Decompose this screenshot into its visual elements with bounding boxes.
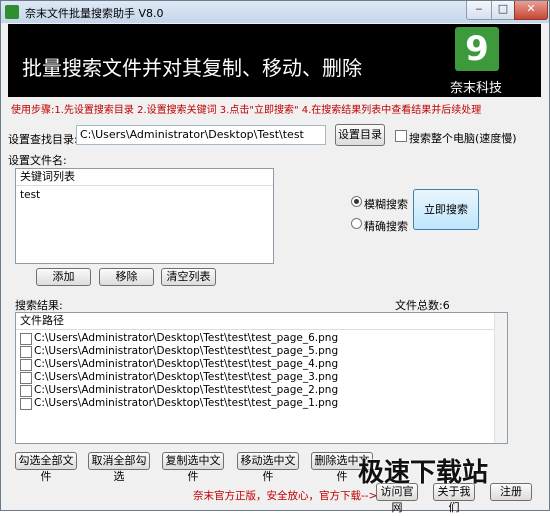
copy-selected-button[interactable]: 复制选中文件	[162, 452, 224, 483]
row-checkbox[interactable]	[20, 333, 32, 345]
title-bar[interactable]: 奈末文件批量搜索助手 V8.0 ‒ □ ✕	[1, 1, 549, 23]
search-now-button[interactable]: 立即搜索	[413, 189, 479, 230]
close-button[interactable]: ✕	[514, 1, 548, 20]
file-count: 文件总数:6	[395, 297, 450, 313]
row-checkbox[interactable]	[20, 346, 32, 358]
file-path: C:\Users\Administrator\Desktop\Test\test…	[34, 384, 339, 396]
official-download-note: 奈末官方正版，安全放心，官方下载-->	[193, 490, 378, 502]
site-watermark: 极速下载站	[358, 458, 489, 488]
clear-list-button[interactable]: 清空列表	[161, 268, 216, 286]
register-button[interactable]: 注册	[490, 483, 532, 501]
list-item[interactable]: test	[20, 188, 40, 202]
results-scrollbar[interactable]	[494, 313, 507, 443]
search-whole-pc-label: 搜索整个电脑(速度慢)	[409, 132, 517, 145]
file-count-value: 6	[442, 299, 450, 312]
keyword-list[interactable]: 关键词列表 test	[15, 168, 274, 264]
row-checkbox[interactable]	[20, 385, 32, 397]
directory-input[interactable]: C:\Users\Administrator\Desktop\Test\test	[76, 125, 326, 145]
file-path: C:\Users\Administrator\Desktop\Test\test…	[34, 397, 339, 409]
exact-search-radio[interactable]	[351, 218, 362, 229]
app-icon	[5, 5, 19, 19]
banner: 批量搜索文件并对其复制、移动、删除 9 奈末科技	[8, 24, 541, 97]
file-path: C:\Users\Administrator\Desktop\Test\test…	[34, 332, 339, 344]
file-path: C:\Users\Administrator\Desktop\Test\test…	[34, 371, 339, 383]
remove-keyword-button[interactable]: 移除	[99, 268, 154, 286]
results-list[interactable]: 文件路径 C:\Users\Administrator\Desktop\Test…	[15, 312, 508, 444]
usage-instructions: 使用步骤:1.先设置搜索目录 2.设置搜索关键词 3.点击"立即搜索" 4.在搜…	[11, 105, 482, 116]
file-count-label: 文件总数:	[395, 299, 443, 312]
file-path: C:\Users\Administrator\Desktop\Test\test…	[34, 345, 339, 357]
filename-label: 设置文件名:	[8, 154, 67, 167]
window-title: 奈末文件批量搜索助手 V8.0	[25, 7, 164, 20]
minimize-button[interactable]: ‒	[466, 1, 492, 20]
set-directory-button[interactable]: 设置目录	[335, 124, 385, 146]
exact-search-label: 精确搜索	[364, 220, 408, 233]
row-checkbox[interactable]	[20, 359, 32, 371]
check-all-button[interactable]: 勾选全部文件	[15, 452, 77, 483]
keyword-list-header: 关键词列表	[16, 169, 273, 186]
results-label: 搜索结果:	[15, 299, 63, 312]
fuzzy-search-radio[interactable]	[351, 196, 362, 207]
banner-title: 批量搜索文件并对其复制、移动、删除	[22, 56, 362, 80]
fuzzy-search-label: 模糊搜索	[364, 198, 408, 211]
company-name: 奈末科技	[450, 81, 503, 96]
company-logo: 9	[455, 27, 499, 71]
file-path: C:\Users\Administrator\Desktop\Test\test…	[34, 358, 339, 370]
maximize-button[interactable]: □	[491, 1, 515, 20]
results-column-header[interactable]: 文件路径	[16, 313, 494, 330]
main-window: 奈末文件批量搜索助手 V8.0 ‒ □ ✕ 批量搜索文件并对其复制、移动、删除 …	[0, 0, 550, 514]
move-selected-button[interactable]: 移动选中文件	[237, 452, 299, 483]
search-whole-pc-checkbox[interactable]	[395, 130, 407, 142]
row-checkbox[interactable]	[20, 372, 32, 384]
directory-label: 设置查找目录:	[8, 133, 78, 146]
row-checkbox[interactable]	[20, 398, 32, 410]
uncheck-all-button[interactable]: 取消全部勾选	[88, 452, 150, 483]
add-keyword-button[interactable]: 添加	[36, 268, 91, 286]
